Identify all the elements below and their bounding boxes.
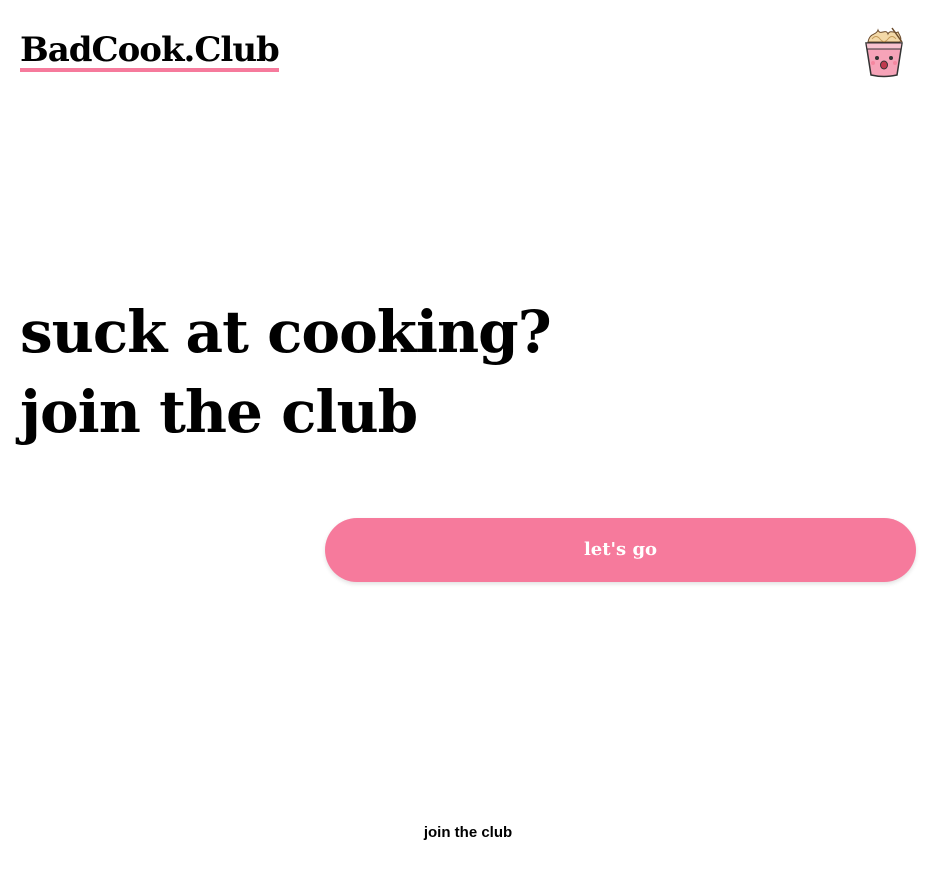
lets-go-button[interactable]: let's go <box>325 518 916 582</box>
hero-headline: suck at cooking? join the club <box>20 292 552 452</box>
hero-line-2: join the club <box>20 378 418 446</box>
site-logo[interactable]: BadCook.Club <box>20 30 280 72</box>
noodle-cup-mascot-icon[interactable] <box>862 26 906 78</box>
footer-join-link[interactable]: join the club <box>0 824 936 841</box>
hero-line-1: suck at cooking? <box>20 298 552 366</box>
